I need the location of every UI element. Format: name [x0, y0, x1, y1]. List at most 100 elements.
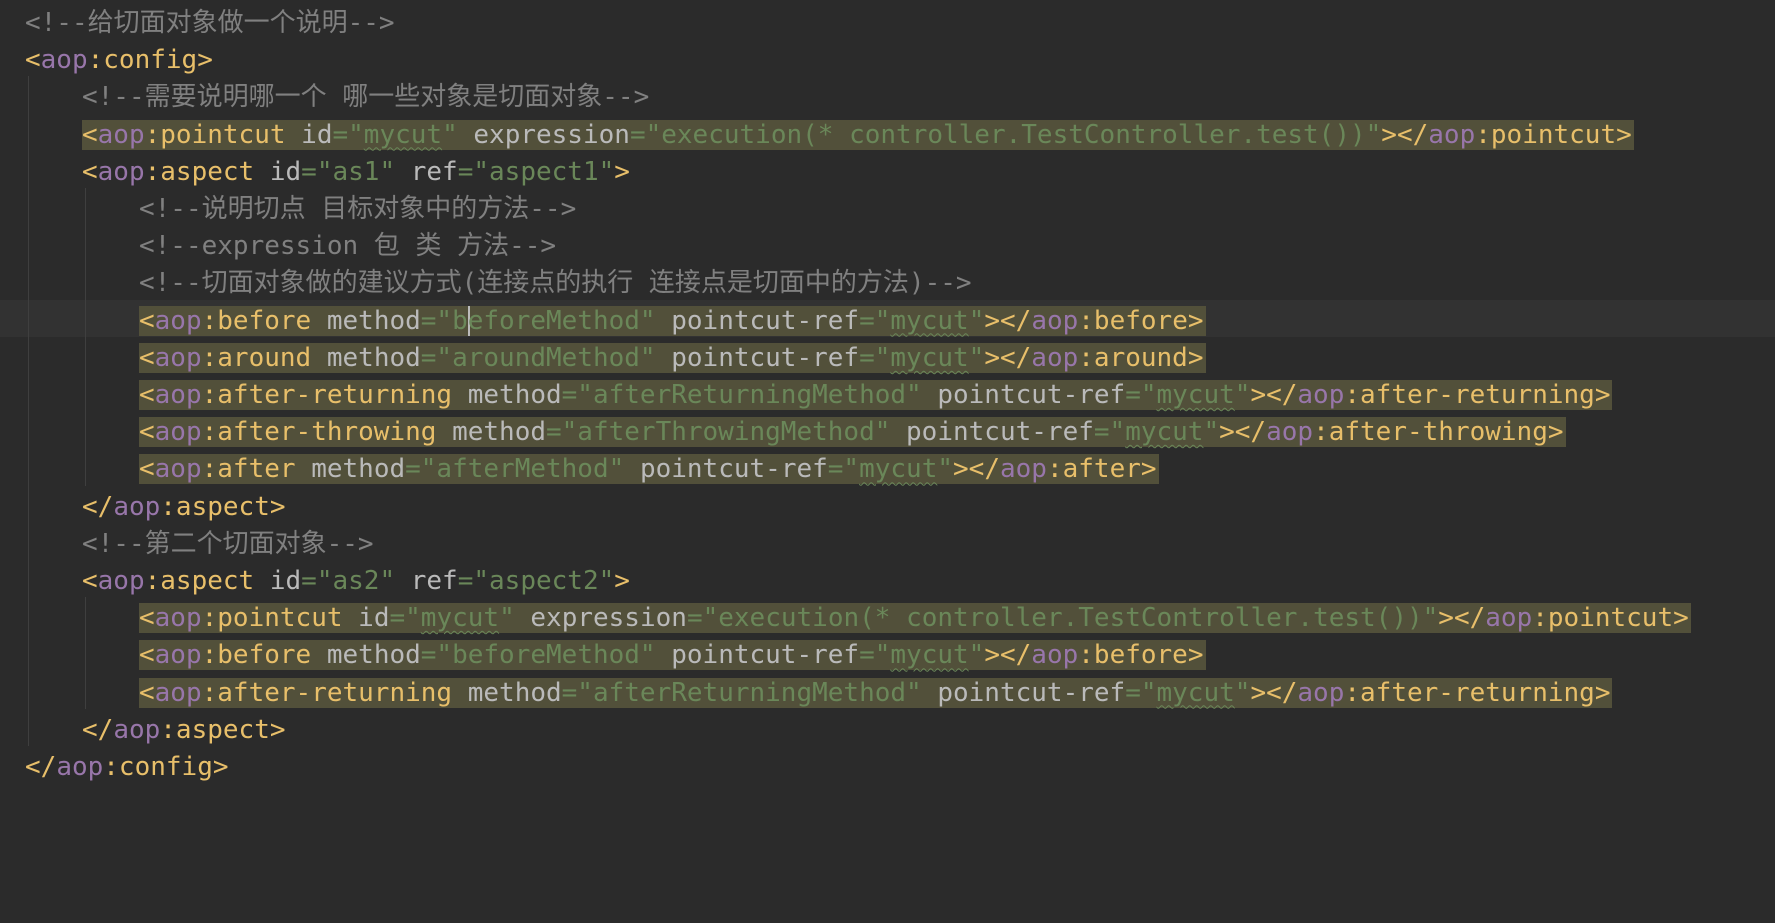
code-line[interactable]: </aop:aspect>	[82, 486, 286, 528]
token: aop	[1297, 380, 1345, 410]
token: :aspect	[144, 566, 270, 596]
token: ref	[410, 156, 458, 187]
code-line[interactable]: <aop:pointcut id="mycut" expression="exe…	[82, 114, 1634, 156]
token: aop	[154, 640, 202, 671]
token: :after-returning	[201, 380, 468, 410]
token: pointcut-ref	[671, 342, 860, 373]
token: :around>	[1078, 342, 1204, 373]
token: aop	[113, 714, 161, 745]
token: "	[968, 342, 985, 373]
token: pointcut-ref	[906, 417, 1094, 448]
code-line[interactable]: </aop:config>	[25, 746, 229, 788]
token: :around	[201, 342, 327, 373]
token: pointcut-ref	[671, 305, 860, 336]
comment-line[interactable]: <!--说明切点 目标对象中的方法-->	[139, 188, 576, 230]
token: eforeMethod"	[467, 305, 672, 336]
token: method	[452, 417, 546, 448]
comment-line[interactable]: <!--切面对象做的建议方式(连接点的执行 连接点是切面中的方法)-->	[139, 262, 972, 304]
code-line[interactable]: <aop:around method="aroundMethod" pointc…	[139, 337, 1206, 379]
code-text: <aop:aspect id="as1" ref="aspect1">	[82, 157, 630, 187]
token: "	[1234, 677, 1251, 708]
code-line[interactable]: <aop:after-returning method="afterReturn…	[139, 672, 1613, 714]
token: aop	[1031, 305, 1079, 336]
unresolved-reference: mycut	[1156, 380, 1235, 410]
token: aop	[1485, 603, 1533, 634]
highlighted-code: <aop:after-throwing method="afterThrowin…	[139, 417, 1566, 448]
code-line[interactable]: <aop:after method="afterMethod" pointcut…	[139, 448, 1159, 490]
token: ="	[389, 603, 421, 634]
token: id	[301, 119, 333, 150]
code-line[interactable]: <aop:before method="beforeMethod" pointc…	[139, 300, 1206, 342]
token: pointcut-ref	[639, 454, 828, 485]
token: ></	[1381, 119, 1429, 150]
token: :aspect>	[160, 714, 286, 745]
code-line[interactable]: <aop:aspect id="as2" ref="aspect2">	[82, 560, 630, 602]
token: ="beforeMethod"	[420, 640, 672, 671]
token: aop	[154, 417, 202, 448]
token: ="	[1125, 677, 1157, 708]
token: :aspect	[144, 156, 270, 187]
highlighted-code: <aop:before method="beforeMethod" pointc…	[139, 640, 1206, 671]
token: :after	[201, 454, 312, 485]
token: <	[82, 119, 98, 150]
token: :before	[201, 640, 327, 671]
token: ></	[953, 454, 1000, 485]
token: ></	[1438, 603, 1486, 634]
code-text: <!--切面对象做的建议方式(连接点的执行 连接点是切面中的方法)-->	[139, 268, 972, 298]
code-line[interactable]: <aop:pointcut id="mycut" expression="exe…	[139, 597, 1691, 639]
unresolved-reference: mycut	[890, 342, 969, 373]
token: </	[82, 714, 114, 745]
token: ="afterThrowingMethod"	[546, 417, 907, 448]
code-text: <aop:aspect id="as2" ref="aspect2">	[82, 566, 630, 596]
token: aop	[97, 119, 145, 150]
token: :after-returning>	[1344, 380, 1611, 410]
token: ="as2"	[301, 566, 411, 596]
token: method	[311, 454, 406, 485]
token: <	[82, 156, 98, 187]
token: ></	[984, 305, 1032, 336]
token: aop	[97, 566, 145, 596]
code-line[interactable]: </aop:aspect>	[82, 709, 286, 751]
token: ="aspect1"	[457, 156, 615, 187]
token: :pointcut>	[1532, 603, 1689, 634]
token: <	[139, 342, 155, 373]
token: ="	[332, 119, 364, 150]
token: method	[467, 677, 562, 708]
code-line[interactable]: <aop:after-returning method="afterReturn…	[139, 374, 1613, 416]
highlighted-code: <aop:around method="aroundMethod" pointc…	[139, 342, 1206, 373]
code-text: </aop:aspect>	[82, 715, 286, 745]
unresolved-reference: mycut	[890, 640, 969, 671]
token: aop	[154, 305, 202, 336]
token: ref	[410, 566, 458, 596]
token: ="afterReturningMethod"	[561, 677, 938, 708]
token: aop	[1297, 677, 1345, 708]
token: "	[968, 305, 985, 336]
code-editor[interactable]: <!--给切面对象做一个说明--> <aop:config> <!--需要说明哪一个…	[0, 0, 1775, 923]
code-line[interactable]: <aop:aspect id="as1" ref="aspect1">	[82, 151, 630, 193]
token: <!--需要说明哪一个 哪一些对象是切面对象-->	[82, 82, 650, 113]
token: ="as1"	[301, 156, 411, 187]
unresolved-reference: mycut	[363, 119, 443, 150]
comment-line[interactable]: <!--需要说明哪一个 哪一些对象是切面对象-->	[82, 76, 649, 118]
token: aop	[97, 156, 145, 187]
highlighted-code: <aop:before method="beforeMethod" pointc…	[139, 305, 1206, 337]
token: ="aroundMethod"	[420, 342, 672, 373]
comment-line[interactable]: <!--给切面对象做一个说明-->	[25, 2, 395, 44]
token: expression	[473, 119, 630, 150]
code-line[interactable]: <aop:before method="beforeMethod" pointc…	[139, 634, 1206, 676]
code-line[interactable]: <aop:after-throwing method="afterThrowin…	[139, 411, 1566, 453]
comment-line[interactable]: <!--expression 包 类 方法-->	[139, 225, 556, 267]
unresolved-reference: mycut	[1156, 677, 1235, 708]
token: pointcut-ref	[937, 677, 1126, 708]
comment-line[interactable]: <!--第二个切面对象-->	[82, 523, 374, 565]
token: aop	[154, 380, 202, 410]
token: :after-returning	[201, 677, 468, 708]
token: :pointcut	[201, 603, 359, 634]
token: <!--切面对象做的建议方式(连接点的执行 连接点是切面中的方法)-->	[139, 268, 972, 299]
highlighted-code: <aop:after method="afterMethod" pointcut…	[139, 454, 1159, 485]
code-line[interactable]: <aop:config>	[25, 39, 213, 81]
unresolved-reference: mycut	[420, 603, 500, 634]
token: <!--第二个切面对象-->	[82, 528, 374, 559]
highlighted-code: <aop:after-returning method="afterReturn…	[139, 677, 1613, 708]
token: aop	[113, 491, 161, 522]
